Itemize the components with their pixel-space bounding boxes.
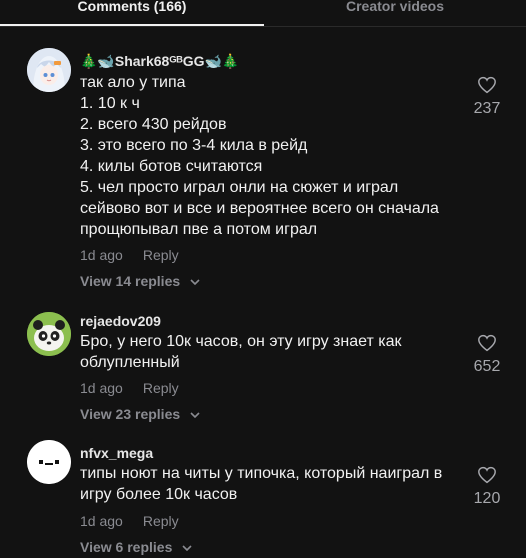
active-tab-indicator [0,24,264,26]
comment-meta: 1d ago Reply [80,512,179,530]
view-replies-label: View 6 replies [80,539,173,555]
like-button[interactable]: 237 [466,76,508,119]
reply-button[interactable]: Reply [143,247,179,263]
comment-time: 1d ago [80,380,123,396]
comment-text: типы ноют на читы у типочка, который наи… [80,465,447,503]
chevron-down-icon [190,412,200,419]
view-replies-button[interactable]: View 6 replies [80,538,192,556]
comment-time: 1d ago [80,513,123,529]
anime-avatar-image [27,48,71,92]
view-replies-button[interactable]: View 23 replies [80,405,200,423]
panda-avatar-image [27,312,71,356]
tab-bar: Comments (166) Creator videos [0,0,526,27]
comment-text: так ало у типа 1. 10 к ч 2. всего 430 ре… [80,74,439,238]
chevron-down-icon [190,279,200,286]
comment-meta: 1d ago Reply [80,379,179,397]
like-button[interactable]: 120 [466,466,508,509]
reply-button[interactable]: Reply [143,513,179,529]
avatar[interactable] [27,48,71,92]
comment-meta: 1d ago Reply [80,246,179,264]
comment-username[interactable]: rejaedov209 [80,312,161,330]
comment-username[interactable]: 🎄🐋Shark68ᴳᴮGG🐋🎄 [80,52,239,70]
avatar[interactable] [27,440,71,484]
face-avatar-image [27,440,71,484]
chevron-down-icon [182,545,192,552]
heart-icon [478,466,496,484]
like-count: 652 [473,358,501,375]
tab-comments[interactable]: Comments (166) [0,0,264,18]
like-count: 237 [473,100,501,117]
tab-creator-videos[interactable]: Creator videos [264,0,526,18]
comment-username[interactable]: nfvx_mega [80,444,153,462]
comment-time: 1d ago [80,247,123,263]
view-replies-label: View 14 replies [80,273,181,289]
avatar[interactable] [27,312,71,356]
like-button[interactable]: 652 [466,334,508,377]
view-replies-button[interactable]: View 14 replies [80,272,200,290]
view-replies-label: View 23 replies [80,406,181,422]
reply-button[interactable]: Reply [143,380,179,396]
heart-icon [478,76,496,94]
like-count: 120 [473,490,501,507]
heart-icon [478,334,496,352]
comment-text: Бро, у него 10к часов, он эту игру знает… [80,333,406,371]
